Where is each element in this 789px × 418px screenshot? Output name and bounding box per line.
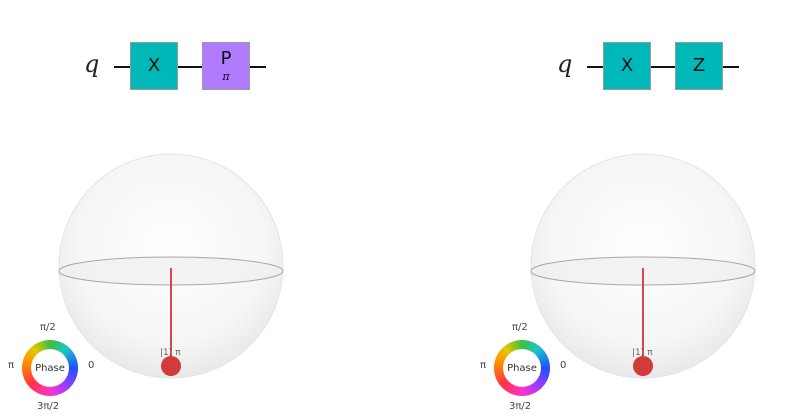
phase-tick-left: π xyxy=(8,360,15,371)
phase-tick-bottom: 3π/2 xyxy=(37,401,60,412)
gate-x[interactable]: X xyxy=(603,42,651,90)
gate-label: Z xyxy=(692,55,706,76)
state-label: |1⟩ π xyxy=(632,348,653,358)
state-label: |1⟩ π xyxy=(160,348,181,358)
phase-center: Phase xyxy=(503,349,541,387)
phase-label: Phase xyxy=(507,362,537,374)
phase-center: Phase xyxy=(31,349,69,387)
gate-label: X xyxy=(620,55,634,76)
state-point[interactable] xyxy=(633,356,653,376)
phase-tick-top: π/2 xyxy=(512,322,528,333)
phase-tick-right: 0 xyxy=(560,360,567,371)
gate-label: P xyxy=(220,47,232,69)
phase-wheel: Phase π/2 π 0 3π/2 xyxy=(0,318,100,418)
gate-label: X xyxy=(147,55,161,76)
gate-x[interactable]: X xyxy=(130,42,178,90)
circuit-diagram: q X Z xyxy=(557,42,747,92)
left-panel: q X P π |1⟩ π Phase π/2 π 0 3π/2 xyxy=(0,0,394,418)
phase-tick-right: 0 xyxy=(88,360,95,371)
qubit-label: q xyxy=(557,50,573,78)
phase-tick-left: π xyxy=(480,360,487,371)
phase-label: Phase xyxy=(35,362,65,374)
gate-parameter: π xyxy=(222,69,230,83)
gate-p[interactable]: P π xyxy=(202,42,250,90)
circuit-diagram: q X P π xyxy=(84,42,274,92)
phase-wheel: Phase π/2 π 0 3π/2 xyxy=(472,318,572,418)
gate-z[interactable]: Z xyxy=(675,42,723,90)
right-panel: q X Z |1⟩ π Phase π/2 π 0 3π/2 xyxy=(394,0,789,418)
state-point[interactable] xyxy=(161,356,181,376)
phase-tick-top: π/2 xyxy=(40,322,56,333)
qubit-label: q xyxy=(84,50,100,78)
phase-tick-bottom: 3π/2 xyxy=(509,401,532,412)
